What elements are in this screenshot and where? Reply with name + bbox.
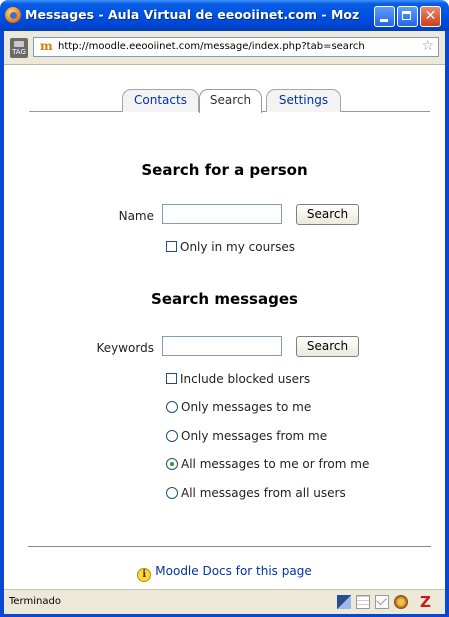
tab-settings[interactable]: Settings [266,89,341,112]
status-text: Terminado [9,596,61,607]
zotero-icon[interactable]: Z [420,593,431,611]
address-bar: TAG m http://moodle.eeooiinet.com/messag… [4,31,445,65]
title-bar[interactable]: Messages - Aula Virtual de eeooiinet.com… [0,0,449,31]
status-bar: Terminado Z [4,589,445,614]
window-frame-right [445,31,449,617]
person-search-heading: Search for a person [141,161,308,179]
message-search-heading: Search messages [151,290,298,308]
only-my-courses-label: Only in my courses [180,240,296,254]
moodle-favicon-icon: m [40,39,53,53]
radio-option[interactable]: Only messages from me [166,429,327,443]
name-input[interactable] [162,204,282,224]
radio-button[interactable] [166,430,178,442]
minimize-icon [380,19,388,22]
close-icon: ✕ [424,8,437,24]
star-icon[interactable]: ☆ [421,38,434,54]
network-icon[interactable] [337,595,351,609]
radio-button-selected[interactable] [166,458,178,470]
minimize-button[interactable] [374,6,395,27]
moodle-docs-link[interactable]: i Moodle Docs for this page [4,564,445,582]
keywords-label: Keywords [96,341,154,355]
radio-option[interactable]: All messages from all users [166,486,346,500]
tab-search[interactable]: Search [199,89,262,113]
radio-label: All messages from all users [181,486,346,500]
tab-bar: Contacts Search Settings [4,83,445,113]
maximize-button[interactable] [397,6,418,27]
person-search-button[interactable]: Search [296,204,359,225]
radio-label: All messages to me or from me [181,457,370,471]
adblock-icon[interactable] [356,595,370,609]
firefox-icon [5,7,21,23]
radio-button[interactable] [166,487,178,499]
extension-icon[interactable] [394,595,408,609]
only-my-courses-option[interactable]: Only in my courses [166,240,295,254]
url-field[interactable]: m http://moodle.eeooiinet.com/message/in… [33,37,439,57]
browser-window: Messages - Aula Virtual de eeooiinet.com… [0,0,449,617]
radio-label: Only messages to me [181,400,312,414]
name-label: Name [118,209,154,223]
include-blocked-option[interactable]: Include blocked users [166,372,310,386]
only-my-courses-checkbox[interactable] [166,241,177,252]
keywords-input[interactable] [162,336,282,356]
maximize-icon [402,11,411,20]
footer-divider [28,546,431,547]
moodle-docs-label[interactable]: Moodle Docs for this page [155,564,311,578]
radio-option[interactable]: Only messages to me [166,400,311,414]
radio-label: Only messages from me [181,429,328,443]
radio-button[interactable] [166,401,178,413]
mail-icon[interactable] [375,595,389,609]
tag-icon[interactable]: TAG [10,38,28,58]
message-search-button[interactable]: Search [296,336,359,357]
url-text[interactable]: http://moodle.eeooiinet.com/message/inde… [58,41,365,52]
info-icon: i [137,568,152,582]
include-blocked-checkbox[interactable] [166,373,177,384]
tab-contacts[interactable]: Contacts [122,89,199,112]
include-blocked-label: Include blocked users [180,372,311,386]
page-content: Contacts Search Settings Search for a pe… [4,65,445,589]
close-button[interactable]: ✕ [420,6,441,27]
window-title: Messages - Aula Virtual de eeooiinet.com… [25,7,360,22]
radio-option[interactable]: All messages to me or from me [166,457,369,471]
